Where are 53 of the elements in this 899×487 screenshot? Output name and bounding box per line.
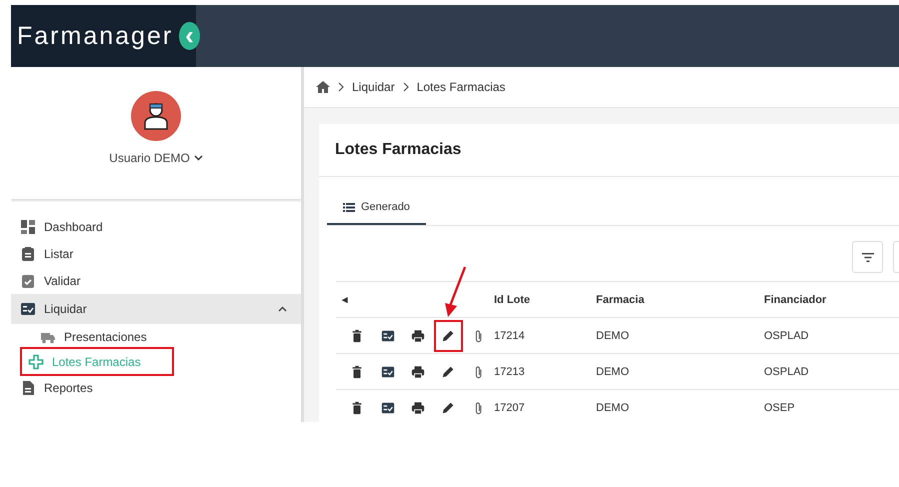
chevron-down-icon (194, 155, 203, 161)
check-icon (20, 272, 36, 288)
page-title: Lotes Farmacias (319, 124, 899, 177)
trash-icon (350, 328, 364, 342)
checklist-icon (380, 328, 395, 342)
checklist-icon (380, 364, 395, 378)
column-header[interactable]: Id Lote (494, 294, 596, 306)
table-cell-text: OSEP (764, 402, 796, 414)
filter-button[interactable] (852, 241, 883, 273)
annotation-arrow (442, 266, 468, 318)
list-icon (343, 202, 355, 212)
table-cell-text: 17207 (494, 402, 526, 414)
user-figure-icon (143, 102, 169, 130)
dashboard-icon (20, 218, 36, 234)
checklist-icon (380, 400, 395, 414)
chevron-up-icon (278, 306, 287, 312)
clipboard-icon (20, 246, 36, 262)
column-header[interactable]: Financiador (764, 294, 899, 306)
table-cell-text: 17214 (494, 330, 526, 342)
pencil-icon (441, 400, 456, 414)
table-cell-text: DEMO (596, 402, 630, 414)
sidebar-item[interactable]: Listar (11, 240, 301, 267)
home-icon[interactable] (316, 81, 330, 93)
printer-icon (411, 400, 426, 414)
table-cell-text: OSPLAD (764, 366, 810, 378)
chevron-right-icon (338, 82, 344, 92)
doc-icon (20, 380, 36, 396)
sort-toggle[interactable]: ◂ (342, 293, 348, 306)
sidebar-item[interactable]: Liquidar (11, 294, 301, 324)
tab[interactable]: Generado (327, 193, 426, 225)
sidebar-item[interactable]: Validar (11, 267, 301, 294)
breadcrumb-link[interactable]: Liquidar (352, 80, 395, 94)
column-header[interactable]: Farmacia (596, 294, 764, 306)
cross-icon (28, 354, 44, 370)
filter-icon (862, 252, 874, 262)
pencil-icon (441, 364, 456, 378)
user-menu[interactable]: Usuario DEMO (109, 151, 203, 165)
printer-icon (411, 364, 426, 378)
table-cell-text: OSPLAD (764, 330, 810, 342)
breadcrumb-link[interactable]: Lotes Farmacias (416, 80, 506, 94)
trash-icon (350, 364, 364, 378)
table-cell-text: 17213 (494, 366, 526, 378)
sidebar-subitem[interactable]: Presentaciones (22, 324, 162, 349)
trash-icon (350, 400, 364, 414)
printer-icon (411, 328, 426, 342)
pencil-icon (441, 328, 456, 342)
sidebar-item[interactable]: Dashboard (11, 213, 301, 240)
table-cell-text: DEMO (596, 330, 630, 342)
app-logo: Farmanager (17, 22, 174, 50)
sidebar-item[interactable]: Reportes (11, 374, 301, 401)
chevron-right-icon (402, 82, 409, 92)
table-cell-text: DEMO (596, 366, 630, 378)
highlighted-edit-button[interactable] (433, 318, 464, 352)
